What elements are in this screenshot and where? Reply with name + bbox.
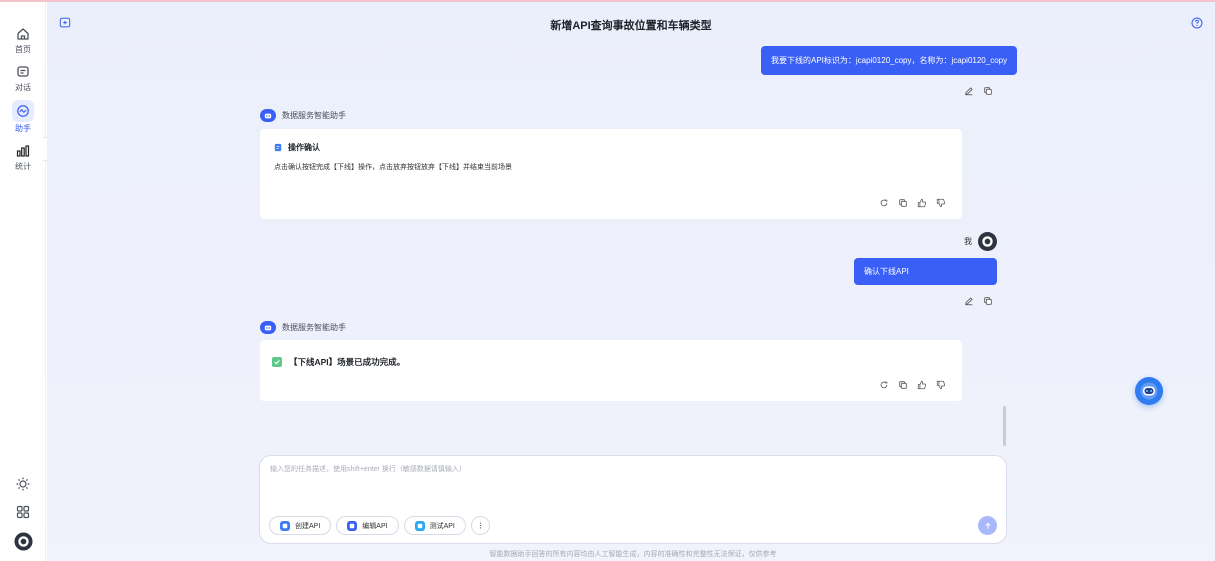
thumbs-up-icon[interactable] [917, 198, 927, 208]
confirm-card-title-text: 操作确认 [288, 143, 320, 152]
test-api-icon [414, 520, 425, 531]
chat-icon [17, 66, 29, 77]
edit-icon[interactable] [964, 86, 974, 96]
edit-icon[interactable] [964, 296, 974, 306]
thumbs-down-icon[interactable] [936, 198, 946, 208]
sun-icon [16, 477, 30, 491]
more-actions-button[interactable] [470, 516, 490, 535]
assistant-name: 数据服务智能助手 [282, 323, 346, 332]
main-area: 新增API查询事故位置和车辆类型 我要下线的API标识为：jcapi0120_c… [47, 2, 1215, 561]
user-avatar-icon [978, 232, 997, 251]
result-line: 【下线API】场景已成功完成。 [272, 356, 405, 368]
confirm-card-text: 点击确认按钮完成【下线】操作，点击放弃按钮放弃【下线】并结束当前场景 [274, 164, 512, 171]
quick-actions: 创建API 编辑API 测试API [269, 516, 490, 535]
more-vertical-icon [479, 522, 482, 529]
sidebar-item-stats[interactable]: 统计 [0, 143, 46, 172]
chat-input-box: 创建API 编辑API 测试API [259, 455, 1007, 544]
sidebar-item-chat[interactable]: 对话 [0, 64, 46, 93]
regenerate-icon[interactable] [879, 380, 889, 390]
user-message-bubble: 我要下线的API标识为：jcapi0120_copy，名称为：jcapi0120… [761, 46, 1018, 75]
page-title: 新增API查询事故位置和车辆类型 [550, 20, 712, 32]
copy-icon[interactable] [983, 86, 993, 96]
edit-api-label: 编辑API [362, 522, 388, 530]
sidebar-item-label: 对话 [15, 83, 31, 92]
assistant-label: 数据服务智能助手 [260, 321, 346, 334]
result-card: 【下线API】场景已成功完成。 [260, 340, 962, 401]
test-api-button[interactable]: 测试API [403, 516, 466, 535]
help-button[interactable] [1191, 16, 1203, 34]
edit-api-icon [347, 520, 358, 531]
confirm-card: 操作确认 点击确认按钮完成【下线】操作，点击放弃按钮放弃【下线】并结束当前场景 [260, 129, 962, 219]
confirm-card-title: 操作确认 [274, 142, 320, 153]
check-icon [272, 357, 282, 367]
user-message-tools [964, 296, 993, 306]
send-button[interactable] [978, 516, 997, 535]
task-input[interactable] [270, 464, 970, 504]
sidebar-item-label: 统计 [15, 162, 31, 171]
copy-icon[interactable] [898, 198, 908, 208]
stats-icon [16, 145, 30, 157]
user-message-tools [964, 86, 993, 96]
disclaimer-text: 智能数据助手回答的所有内容均由人工智能生成，内容的准确性和完整性无法保证，仅供参… [489, 551, 777, 558]
document-icon [274, 143, 282, 152]
help-icon [1191, 17, 1203, 29]
sidebar: 首页 对话 助手 统计 [0, 2, 46, 561]
sidebar-item-label: 助手 [15, 124, 31, 133]
user-avatar[interactable] [0, 532, 46, 556]
floating-assistant-button[interactable] [1135, 377, 1163, 405]
thumbs-up-icon[interactable] [917, 380, 927, 390]
assistant-icon [17, 105, 29, 117]
regenerate-icon[interactable] [879, 198, 889, 208]
send-arrow-icon [984, 522, 991, 529]
chat-scrollbar[interactable] [1003, 406, 1006, 446]
edit-api-button[interactable]: 编辑API [336, 516, 399, 535]
copy-icon[interactable] [898, 380, 908, 390]
assistant-avatar-icon [260, 109, 276, 122]
apps-grid-icon [16, 505, 30, 519]
assistant-message-tools [879, 198, 946, 208]
user-name: 我 [964, 237, 972, 246]
sidebar-item-assistant[interactable]: 助手 [0, 100, 46, 134]
assistant-avatar-icon [260, 321, 276, 334]
sidebar-item-label: 首页 [15, 45, 31, 54]
user-message-bubble: 确认下线API [854, 258, 997, 285]
assistant-label: 数据服务智能助手 [260, 109, 346, 122]
user-label: 我 [964, 232, 997, 251]
sidebar-item-home[interactable]: 首页 [0, 26, 46, 55]
user-avatar-icon [13, 532, 33, 551]
result-text: 【下线API】场景已成功完成。 [289, 357, 406, 367]
thumbs-down-icon[interactable] [936, 380, 946, 390]
assistant-message-tools [879, 380, 946, 390]
assistant-name: 数据服务智能助手 [282, 111, 346, 120]
robot-icon [1140, 382, 1158, 400]
test-api-label: 测试API [429, 522, 455, 530]
apps-button[interactable] [0, 504, 46, 525]
home-icon [17, 28, 29, 40]
theme-toggle[interactable] [0, 476, 46, 497]
copy-icon[interactable] [983, 296, 993, 306]
create-api-icon [280, 520, 290, 531]
create-api-label: 创建API [295, 522, 321, 530]
create-api-button[interactable]: 创建API [269, 516, 332, 535]
